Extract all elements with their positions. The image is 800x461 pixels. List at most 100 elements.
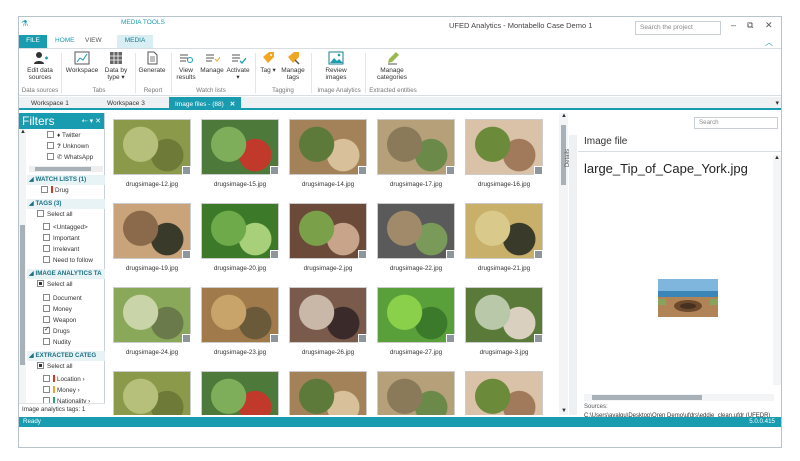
tag-button[interactable]: Tag ▾ — [257, 51, 279, 74]
close-tab-icon[interactable]: ✕ — [230, 101, 235, 108]
section-tags[interactable]: ◢ TAGS (3) — [27, 199, 105, 209]
thumbnail-image[interactable] — [289, 287, 367, 343]
section-image-analytics[interactable]: ◢ IMAGE ANALYTICS TA — [27, 269, 105, 279]
select-checkbox[interactable] — [182, 334, 191, 343]
filter-nudity[interactable]: Nudity — [43, 338, 71, 348]
details-search-input[interactable]: Search — [694, 117, 778, 129]
tab-view[interactable]: VIEW — [81, 35, 106, 48]
gallery-tile[interactable]: drugsimage-3.jpg — [463, 285, 545, 367]
gallery-tile[interactable]: drugsimage-19.jpg — [111, 201, 193, 283]
scrollbar-thumb[interactable] — [35, 167, 91, 171]
filter-money-entity[interactable]: Money › — [43, 386, 80, 396]
filter-important[interactable]: Important — [43, 234, 80, 244]
review-images-button[interactable]: Review images — [315, 51, 357, 81]
checkbox[interactable] — [43, 338, 50, 345]
checkbox[interactable] — [43, 316, 50, 323]
thumbnail-image[interactable] — [465, 287, 543, 343]
select-checkbox[interactable] — [534, 250, 543, 259]
checkbox[interactable] — [43, 223, 50, 230]
filter-unknown[interactable]: ? Unknown — [47, 142, 89, 152]
details-scrollbar[interactable]: ▲ — [773, 155, 781, 385]
view-results-button[interactable]: View results — [173, 51, 199, 81]
thumbnail-image[interactable] — [113, 203, 191, 259]
filter-whatsapp[interactable]: ✆ WhatsApp — [47, 153, 93, 163]
select-checkbox[interactable] — [182, 166, 191, 175]
filter-untagged[interactable]: <Untagged> — [43, 223, 88, 233]
select-checkbox[interactable] — [446, 250, 455, 259]
filter-tags-select-all[interactable]: Select all — [37, 210, 73, 220]
checkbox[interactable] — [37, 210, 44, 217]
filters-scrollbar[interactable]: ▲ ▼ — [19, 129, 26, 415]
thumbnail-image[interactable] — [289, 119, 367, 175]
gallery-tile[interactable]: drugsimage-24.jpg — [111, 285, 193, 367]
gallery-tile[interactable]: drugsimage-23.jpg — [199, 285, 281, 367]
thumbnail-image[interactable] — [377, 203, 455, 259]
section-extracted-categories[interactable]: ◢ EXTRACTED CATEG — [27, 351, 105, 361]
filters-panel-controls[interactable]: ⇠ ▾ ✕ — [82, 117, 101, 125]
checkbox[interactable] — [43, 375, 50, 382]
gallery-tile[interactable]: drugsimage-20.jpg — [199, 201, 281, 283]
filter-irrelevant[interactable]: Irrelevant — [43, 245, 79, 255]
filter-location[interactable]: Location › — [43, 375, 85, 385]
gallery-tile[interactable]: drugsimage-22.jpg — [375, 201, 457, 283]
select-checkbox[interactable] — [446, 166, 455, 175]
select-checkbox[interactable] — [270, 166, 279, 175]
select-checkbox[interactable] — [534, 334, 543, 343]
scroll-up-icon[interactable]: ▲ — [561, 113, 567, 119]
details-side-tab[interactable]: Details — [565, 135, 577, 415]
checkbox[interactable] — [47, 131, 54, 138]
tab-file[interactable]: FILE — [19, 35, 47, 48]
image-preview[interactable] — [658, 279, 718, 317]
select-checkbox[interactable] — [446, 334, 455, 343]
data-by-type-button[interactable]: Data by type ▾ — [101, 51, 131, 81]
project-search-input[interactable]: Search the project — [635, 21, 721, 35]
thumbnail-image[interactable] — [201, 371, 279, 415]
filter-money[interactable]: Money — [43, 305, 72, 315]
manage-watchlists-button[interactable]: Manage — [199, 51, 225, 74]
manage-tags-button[interactable]: Manage tags — [279, 51, 307, 81]
tab-media[interactable]: MEDIA — [117, 35, 153, 48]
filter-ia-select-all[interactable]: Select all — [37, 280, 73, 290]
gallery-tile[interactable]: drugsimage-26.jpg — [287, 285, 369, 367]
select-checkbox[interactable] — [534, 166, 543, 175]
filter-ec-select-all[interactable]: Select all — [37, 362, 73, 372]
gallery-tile[interactable] — [463, 369, 545, 415]
thumbnail-image[interactable] — [465, 203, 543, 259]
minimize-button[interactable]: – — [731, 20, 736, 30]
thumbnail-image[interactable] — [465, 371, 543, 415]
select-checkbox[interactable] — [182, 250, 191, 259]
filter-twitter[interactable]: ♦ Twitter — [47, 131, 81, 141]
thumbnail-image[interactable] — [201, 119, 279, 175]
activate-button[interactable]: Activate ▾ — [225, 51, 251, 81]
checkbox[interactable] — [43, 294, 50, 301]
tab-overflow-icon[interactable]: ▾ — [775, 99, 779, 107]
select-checkbox[interactable] — [270, 334, 279, 343]
thumbnail-image[interactable] — [113, 287, 191, 343]
tab-workspace-3[interactable]: Workspace 3 — [101, 97, 151, 110]
checkbox[interactable] — [43, 256, 50, 263]
close-button[interactable]: ✕ — [765, 20, 773, 31]
workspace-button[interactable]: Workspace — [65, 51, 99, 74]
select-checkbox[interactable] — [358, 334, 367, 343]
gallery-tile[interactable] — [287, 369, 369, 415]
restore-button[interactable]: ⧉ — [747, 20, 753, 31]
thumbnail-image[interactable] — [377, 119, 455, 175]
tab-image-files[interactable]: Image files - (88) ✕ — [169, 97, 242, 110]
gallery-tile[interactable] — [199, 369, 281, 415]
checkbox[interactable] — [43, 234, 50, 241]
gallery-tile[interactable]: drugsimage-21.jpg — [463, 201, 545, 283]
generate-report-button[interactable]: Generate — [137, 51, 167, 74]
section-watch-lists[interactable]: ◢ WATCH LISTS (1) — [27, 175, 105, 185]
scroll-up-icon[interactable]: ▲ — [20, 129, 26, 135]
filter-document[interactable]: Document — [43, 294, 82, 304]
thumbnail-image[interactable] — [377, 371, 455, 415]
select-checkbox[interactable] — [358, 166, 367, 175]
gallery-tile[interactable]: drugsimage-2.jpg — [287, 201, 369, 283]
gallery-tile[interactable] — [375, 369, 457, 415]
gallery-tile[interactable]: drugsimage-17.jpg — [375, 117, 457, 199]
gallery-tile[interactable]: drugsimage-15.jpg — [199, 117, 281, 199]
checkbox[interactable] — [37, 280, 44, 287]
scroll-down-icon[interactable]: ▼ — [561, 408, 567, 414]
thumbnail-image[interactable] — [113, 119, 191, 175]
thumbnail-image[interactable] — [289, 371, 367, 415]
